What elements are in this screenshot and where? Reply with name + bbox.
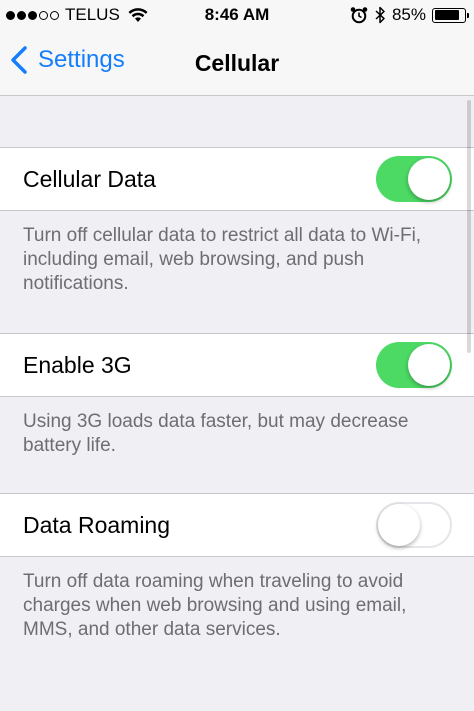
page-title: Cellular xyxy=(194,50,280,76)
enable-3g-label: Enable 3G xyxy=(23,352,132,378)
toggle-knob xyxy=(408,344,450,386)
scrollbar[interactable] xyxy=(467,100,471,353)
data-roaming-label: Data Roaming xyxy=(23,512,171,538)
cellular-data-row: Cellular Data xyxy=(0,147,474,211)
navigation-bar: Settings Cellular xyxy=(0,30,474,96)
screen: TELUS 8:46 AM 85% Settings Cellular Cell… xyxy=(0,0,474,711)
settings-list: Cellular Data Turn off cellular data to … xyxy=(0,97,474,677)
alarm-icon xyxy=(350,7,368,24)
battery-icon xyxy=(432,7,469,23)
bluetooth-icon xyxy=(375,6,385,24)
cellular-data-label: Cellular Data xyxy=(23,166,156,192)
data-roaming-toggle[interactable] xyxy=(376,502,452,548)
battery-percentage: 85% xyxy=(391,5,426,24)
cellular-data-footer: Turn off cellular data to restrict all d… xyxy=(23,225,422,294)
enable-3g-toggle[interactable] xyxy=(376,342,452,388)
data-roaming-row: Data Roaming xyxy=(0,493,474,557)
cellular-data-toggle[interactable] xyxy=(376,156,452,202)
toggle-knob xyxy=(378,504,420,546)
status-bar: TELUS 8:46 AM 85% xyxy=(0,0,474,30)
status-right: 85% xyxy=(350,5,469,25)
battery-level xyxy=(434,10,460,20)
data-roaming-footer: Turn off data roaming when traveling to … xyxy=(23,571,407,640)
toggle-knob xyxy=(408,158,450,200)
enable-3g-footer: Using 3G loads data faster, but may decr… xyxy=(23,411,409,456)
enable-3g-row: Enable 3G xyxy=(0,333,474,397)
